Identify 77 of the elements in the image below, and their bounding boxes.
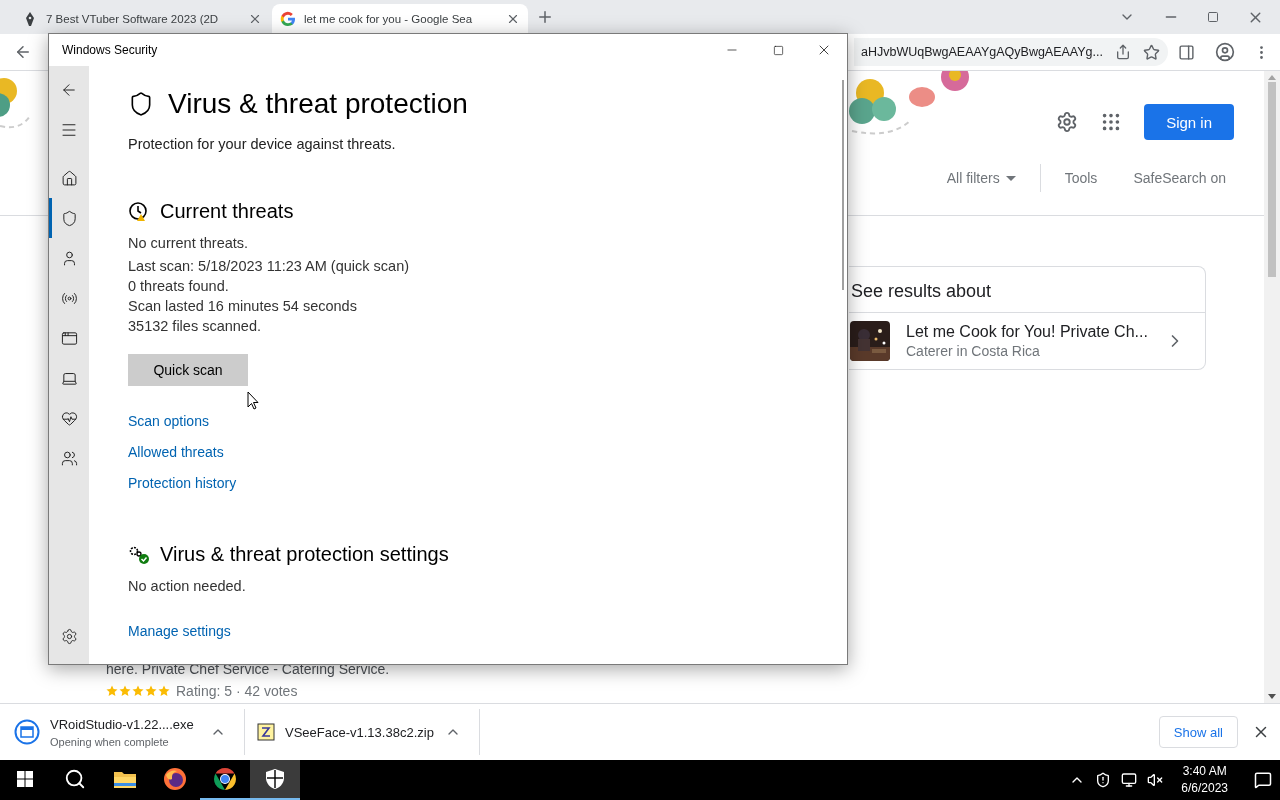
link[interactable]: Manage settings bbox=[128, 621, 231, 641]
maximize-icon bbox=[772, 44, 784, 56]
side-panel-icon[interactable] bbox=[1178, 43, 1195, 61]
tab-title: let me cook for you - Google Sea bbox=[304, 13, 474, 25]
dropdown-arrow-icon bbox=[1005, 175, 1016, 181]
entity-subtitle: Caterer in Costa Rica bbox=[906, 343, 1041, 359]
share-icon[interactable] bbox=[1115, 44, 1131, 60]
address-bar[interactable]: aHJvbWUqBwgAEAAYgAQyBwgAEAAYg... bbox=[854, 38, 1168, 66]
page-heading: Virus & threat protection bbox=[168, 88, 468, 120]
page-subtitle: Protection for your device against threats. bbox=[128, 136, 397, 152]
link[interactable]: Scan options bbox=[128, 411, 209, 431]
settings-icon bbox=[60, 627, 78, 645]
entity-link[interactable]: Let me Cook for You! Private Ch... Caterer in Costa Rica bbox=[849, 313, 1205, 369]
home-icon bbox=[60, 169, 78, 187]
settings-icon[interactable] bbox=[1056, 111, 1079, 133]
browser-tab[interactable]: 7 Best VTuber Software 2023 (2D bbox=[14, 4, 270, 34]
url-text: aHJvbWUqBwgAEAAYgAQyBwgAEAAYg... bbox=[861, 45, 1103, 59]
clock[interactable]: 3:40 AM 6/6/2023 bbox=[1173, 763, 1236, 797]
installer-icon bbox=[14, 719, 40, 745]
gears-check-icon bbox=[128, 544, 150, 565]
tab-title: 7 Best VTuber Software 2023 (2D bbox=[46, 13, 220, 25]
star-icon[interactable] bbox=[1143, 43, 1160, 61]
network-icon[interactable] bbox=[1121, 772, 1138, 788]
google-g-icon bbox=[280, 11, 296, 27]
rating-text: Rating: 5 · 42 votes bbox=[176, 683, 298, 699]
scrollbar[interactable] bbox=[842, 80, 844, 290]
taskbar-app[interactable] bbox=[250, 760, 300, 800]
filter-link[interactable]: Tools bbox=[1052, 170, 1110, 186]
status-text: Scan lasted 16 minutes 54 seconds bbox=[128, 297, 357, 316]
status-text: No current threats. bbox=[128, 234, 249, 253]
new-tab-button[interactable] bbox=[536, 8, 554, 26]
volume-muted-icon[interactable] bbox=[1147, 772, 1164, 788]
status-text: 0 threats found. bbox=[128, 277, 229, 296]
link[interactable]: Allowed threats bbox=[128, 442, 224, 462]
entity-title: Let me Cook for You! Private Ch... bbox=[906, 323, 1149, 341]
profile-icon[interactable] bbox=[1215, 42, 1235, 62]
link[interactable]: Protection history bbox=[128, 473, 237, 493]
people-icon bbox=[60, 449, 78, 467]
download-name[interactable]: VSeeFace-v1.13.38c2.zip bbox=[285, 724, 435, 740]
shield-warning-icon[interactable] bbox=[1095, 772, 1112, 788]
clock-warning-icon bbox=[128, 200, 150, 223]
ring-logo-icon bbox=[213, 767, 237, 791]
search-icon bbox=[64, 768, 86, 790]
window-title: Windows Security bbox=[62, 43, 158, 57]
shield-icon bbox=[265, 768, 285, 790]
close-icon[interactable] bbox=[248, 12, 262, 26]
download-name[interactable]: VRoidStudio-v1.22....exe bbox=[50, 716, 200, 732]
browser-window-icon bbox=[60, 329, 78, 347]
download-status: Opening when complete bbox=[50, 735, 170, 748]
time-text: 3:40 AM bbox=[1182, 763, 1227, 780]
archive-icon bbox=[257, 723, 275, 741]
section-heading: Current threats bbox=[160, 200, 294, 223]
folder-icon bbox=[113, 769, 137, 789]
filter-link[interactable]: All filters bbox=[934, 170, 1028, 186]
filter-link[interactable]: SafeSearch on bbox=[1121, 170, 1238, 186]
sign-in-button[interactable]: Sign in bbox=[1144, 104, 1234, 140]
heart-pulse-icon bbox=[60, 409, 78, 427]
show-all-button[interactable]: Show all bbox=[1158, 716, 1238, 748]
back-icon bbox=[60, 81, 78, 99]
scrollbar[interactable] bbox=[1264, 71, 1280, 703]
fox-globe-icon bbox=[163, 767, 187, 791]
status-text: No action needed. bbox=[128, 577, 246, 596]
notification-icon[interactable] bbox=[1254, 771, 1272, 789]
back-icon[interactable] bbox=[14, 43, 32, 61]
status-text: 35132 files scanned. bbox=[128, 317, 261, 336]
section-heading: Virus & threat protection settings bbox=[160, 543, 449, 566]
date-text: 6/6/2023 bbox=[1181, 780, 1228, 797]
quick-scan-button[interactable]: Quick scan bbox=[128, 354, 248, 386]
windows-logo-icon bbox=[17, 771, 33, 787]
menu-icon bbox=[60, 121, 78, 139]
status-text: Last scan: 5/18/2023 11:23 AM (quick scan) bbox=[128, 257, 410, 276]
browser-tab[interactable]: let me cook for you - Google Sea bbox=[272, 4, 528, 34]
card-heading: See results about bbox=[849, 267, 1205, 313]
shield-icon bbox=[60, 209, 78, 227]
close-icon[interactable] bbox=[506, 12, 520, 26]
restore-icon[interactable] bbox=[1207, 11, 1219, 23]
cursor-icon bbox=[247, 391, 259, 410]
